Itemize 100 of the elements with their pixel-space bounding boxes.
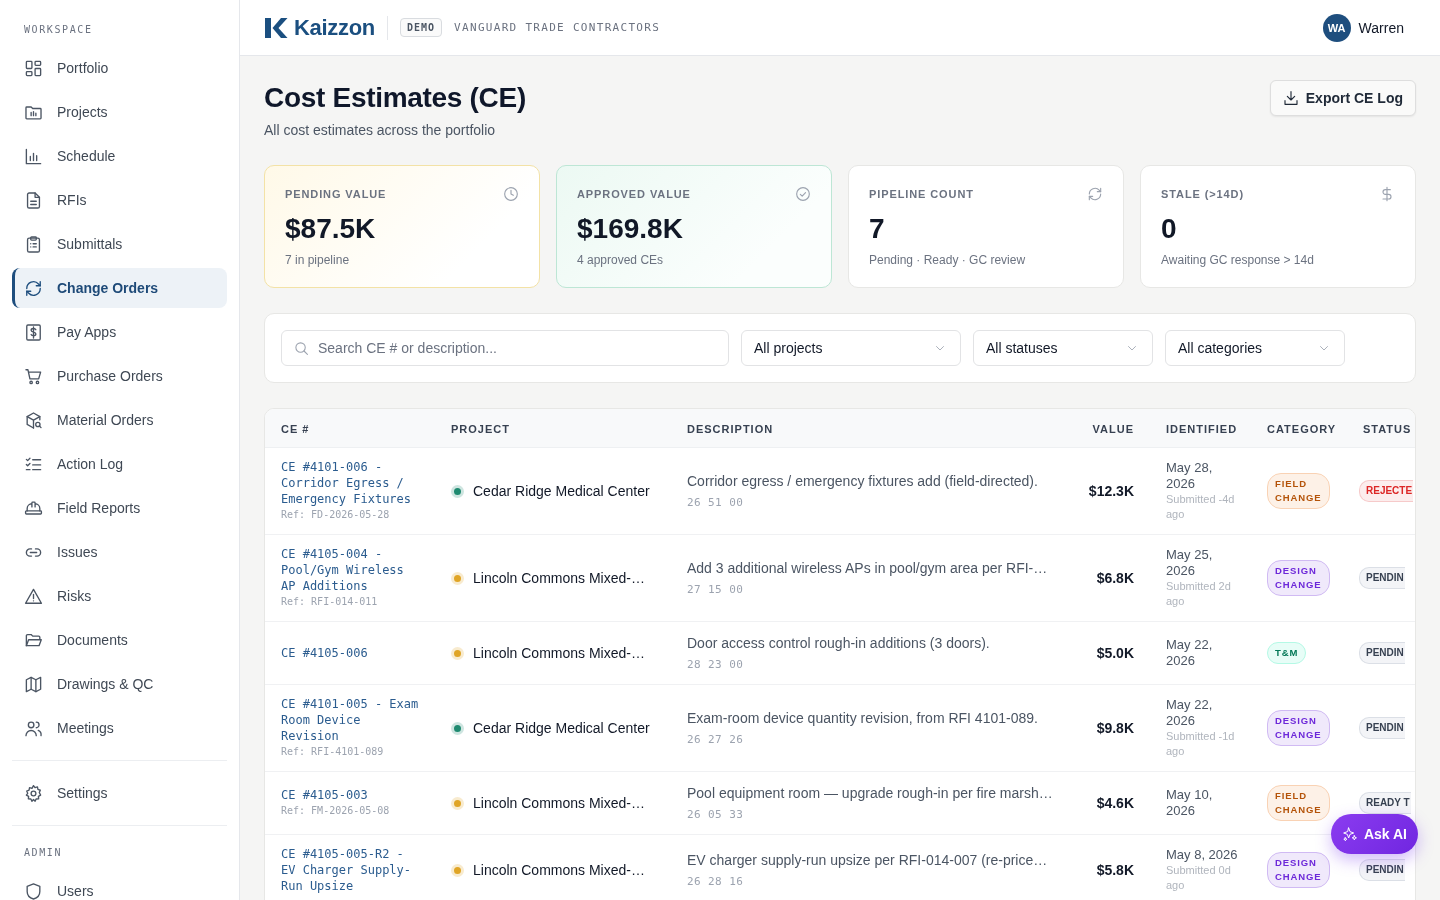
brand-name: Kaizzon — [294, 14, 375, 41]
download-icon — [1282, 90, 1299, 106]
identified-date: May 25, 2026 — [1166, 547, 1214, 579]
ce-number-link[interactable]: CE #4101-005 - Exam Room Device Revision — [281, 696, 423, 744]
column-header: IDENTIFIED — [1166, 423, 1238, 435]
status-tag: PENDIN — [1359, 567, 1405, 589]
sidebar-nav-item[interactable]: Purchase Orders — [12, 356, 227, 396]
hard-hat-icon — [24, 498, 43, 518]
sidebar-nav-item[interactable]: Material Orders — [12, 400, 227, 440]
description-text: Door access control rough-in additions (3 doors). — [687, 634, 991, 653]
kpi-note: Pending · Ready · GC review — [869, 252, 1027, 268]
reference-text: Ref: RFI-014-011 — [281, 595, 379, 609]
identified-date: May 22, 2026 — [1166, 697, 1214, 729]
column-header: VALUE — [1092, 423, 1134, 435]
settings-icon — [24, 783, 43, 803]
sidebar-nav-item[interactable]: Issues — [12, 532, 227, 572]
project-name: Lincoln Commons Mixed-… — [473, 570, 645, 586]
category-tag: DESIGN CHANGE — [1267, 710, 1330, 746]
identified-date: May 10, 2026 — [1166, 787, 1214, 819]
section-label: ADMIN — [23, 846, 64, 860]
kpi-value: 0 — [1161, 212, 1178, 246]
value-text: $5.0K — [1096, 645, 1134, 661]
ce-number-link[interactable]: CE #4105-004 - Pool/Gym Wireless AP Additions — [281, 546, 423, 594]
ce-number-link[interactable]: CE #4105-003 — [281, 787, 423, 803]
kpi-label: PENDING VALUE — [285, 187, 387, 202]
sidebar-nav-item[interactable]: Change Orders — [12, 268, 227, 308]
dollar-icon — [1379, 186, 1395, 202]
sidebar-nav-item[interactable]: Field Reports — [12, 488, 227, 528]
filter-dropdown[interactable]: All statuses — [973, 330, 1153, 366]
kpi-label: APPROVED VALUE — [577, 187, 691, 202]
search-field[interactable]: Search CE # or description... — [281, 330, 729, 366]
cost-code-text: 26 27 26 — [687, 732, 745, 748]
user-name[interactable]: Warren — [1358, 19, 1404, 36]
identified-date: May 22, 2026 — [1166, 637, 1214, 669]
export-button[interactable]: Export CE Log — [1269, 80, 1416, 116]
warning-icon — [24, 586, 43, 606]
page-subtitle: All cost estimates across the portfolio — [264, 121, 497, 140]
column-header: STATUS — [1363, 423, 1412, 435]
sidebar-nav-item[interactable]: Portfolio — [12, 48, 227, 88]
submitted-age: Submitted 2d ago — [1166, 579, 1232, 609]
bar-chart-icon — [24, 146, 43, 166]
cost-code-text: 27 15 00 — [687, 582, 745, 598]
description-text: Exam-room device quantity revision, from RFI 4101-089. — [687, 709, 1039, 728]
value-text: $4.6K — [1096, 795, 1134, 811]
user-avatar[interactable]: WA — [1322, 13, 1351, 42]
cost-code-text: 28 23 00 — [687, 657, 745, 673]
project-name: Lincoln Commons Mixed-… — [473, 862, 645, 878]
description-text: Pool equipment room — upgrade rough-in per fire marsh… — [687, 784, 1054, 803]
sidebar-nav-item[interactable]: Risks — [12, 576, 227, 616]
sidebar-nav-item[interactable]: Users — [12, 871, 227, 900]
value-text: $9.8K — [1096, 720, 1134, 736]
sidebar-nav-item[interactable]: Pay Apps — [12, 312, 227, 352]
kpi-note: 7 in pipeline — [285, 252, 351, 268]
filter-dropdown[interactable]: All categories — [1165, 330, 1345, 366]
grid-icon — [24, 58, 43, 78]
kpi-note: Awaiting GC response > 14d — [1161, 252, 1315, 268]
logo-mark-icon — [264, 15, 288, 40]
ce-number-link[interactable]: CE #4105-005-R2 - EV Charger Supply-Run Upsize — [281, 846, 423, 894]
kpi-label: STALE (>14D) — [1161, 187, 1245, 202]
sidebar-nav-item[interactable]: Schedule — [12, 136, 227, 176]
sidebar-nav-item[interactable]: Settings — [12, 773, 227, 813]
ce-number-link[interactable]: CE #4105-006 — [281, 645, 423, 661]
search-icon — [294, 341, 309, 356]
sidebar-nav-item[interactable]: Action Log — [12, 444, 227, 484]
project-name: Lincoln Commons Mixed-… — [473, 645, 645, 661]
sidebar-nav-item[interactable]: Submittals — [12, 224, 227, 264]
kpi-label: PIPELINE COUNT — [869, 187, 974, 202]
section-label: WORKSPACE — [23, 23, 94, 37]
refresh-icon — [24, 278, 43, 298]
environment-badge: DEMO — [400, 18, 443, 37]
kpi-value: $169.8K — [577, 212, 684, 246]
ce-number-link[interactable]: CE #4101-006 - Corridor Egress / Emergency Fixtures — [281, 459, 423, 507]
clock-icon — [503, 186, 519, 202]
description-text: Corridor egress / emergency fixtures add (field-directed). — [687, 472, 1039, 491]
value-text: $5.8K — [1096, 862, 1134, 878]
sidebar-nav-item[interactable]: RFIs — [12, 180, 227, 220]
filter-dropdown[interactable]: All projects — [741, 330, 961, 366]
kpi-value: $87.5K — [285, 212, 377, 246]
sidebar-nav-item[interactable]: Meetings — [12, 708, 227, 748]
reference-text: Ref: FM-2026-05-08 — [281, 804, 391, 818]
submitted-age: Submitted 0d ago — [1166, 863, 1232, 893]
sidebar-nav-item[interactable]: Documents — [12, 620, 227, 660]
category-tag: FIELD CHANGE — [1267, 785, 1330, 821]
category-tag: DESIGN CHANGE — [1267, 560, 1330, 596]
sidebar-nav-item[interactable]: Drawings & QC — [12, 664, 227, 704]
category-tag: DESIGN CHANGE — [1267, 852, 1330, 888]
cart-icon — [24, 366, 43, 386]
kpi-value: 7 — [869, 212, 886, 246]
submitted-age: Submitted -4d ago — [1166, 492, 1236, 522]
sidebar-nav-item[interactable]: Projects — [12, 92, 227, 132]
category-tag: T&M — [1267, 642, 1307, 664]
cost-code-text: 26 51 00 — [687, 495, 745, 511]
cost-code-text: 26 28 16 — [687, 874, 745, 890]
clipboard-list-icon — [24, 234, 43, 254]
dollar-document-icon — [24, 322, 43, 342]
page-title: Cost Estimates (CE) — [264, 81, 526, 115]
column-header: CE # — [281, 423, 310, 435]
refresh-icon — [1087, 186, 1103, 202]
ask-ai-button[interactable]: Ask AI — [1330, 814, 1418, 854]
identified-date: May 28, 2026 — [1166, 460, 1214, 492]
